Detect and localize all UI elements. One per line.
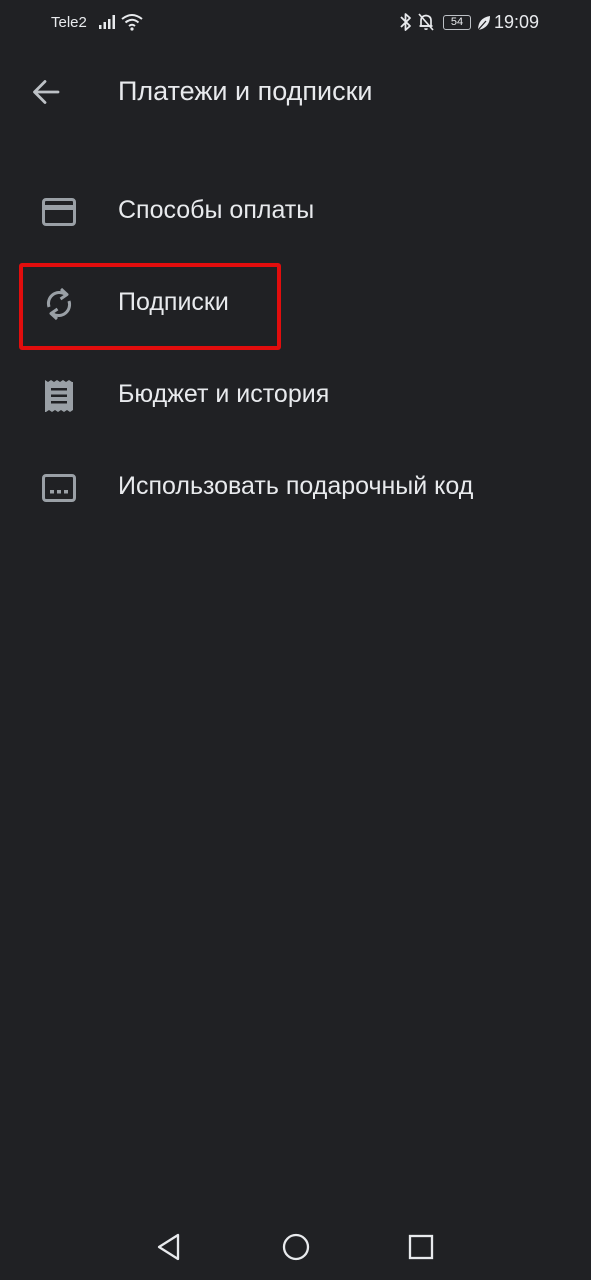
leaf-icon: [476, 14, 492, 37]
recents-square-icon[interactable]: [404, 1230, 438, 1264]
menu-item-payment-methods[interactable]: Способы оплаты: [0, 168, 591, 256]
wifi-icon: [121, 12, 143, 37]
menu-item-redeem-code[interactable]: Использовать подарочный код: [0, 444, 591, 532]
menu-item-label: Бюджет и история: [118, 380, 330, 408]
home-circle-icon[interactable]: [279, 1230, 313, 1264]
page-title: Платежи и подписки: [118, 76, 373, 106]
menu-item-label: Использовать подарочный код: [118, 472, 474, 500]
battery-icon: 54: [443, 15, 471, 30]
arrow-back-icon: [32, 79, 60, 110]
status-bar: Tele2 54 19:09: [0, 0, 591, 46]
menu-item-label: Способы оплаты: [118, 196, 315, 224]
navigation-bar: [0, 1214, 591, 1280]
menu-item-budget-history[interactable]: Бюджет и история: [0, 352, 591, 440]
credit-card-icon: [39, 194, 79, 230]
back-button[interactable]: [22, 70, 70, 118]
highlight-box: [19, 263, 281, 350]
clock: 19:09: [494, 12, 540, 32]
carrier-name: Tele2: [51, 14, 87, 31]
receipt-icon: [39, 378, 79, 414]
signal-icon: [98, 14, 118, 35]
mute-bell-icon: [417, 12, 435, 37]
redeem-code-icon: [39, 470, 79, 506]
back-triangle-icon[interactable]: [152, 1230, 186, 1264]
bluetooth-icon: [399, 12, 413, 37]
